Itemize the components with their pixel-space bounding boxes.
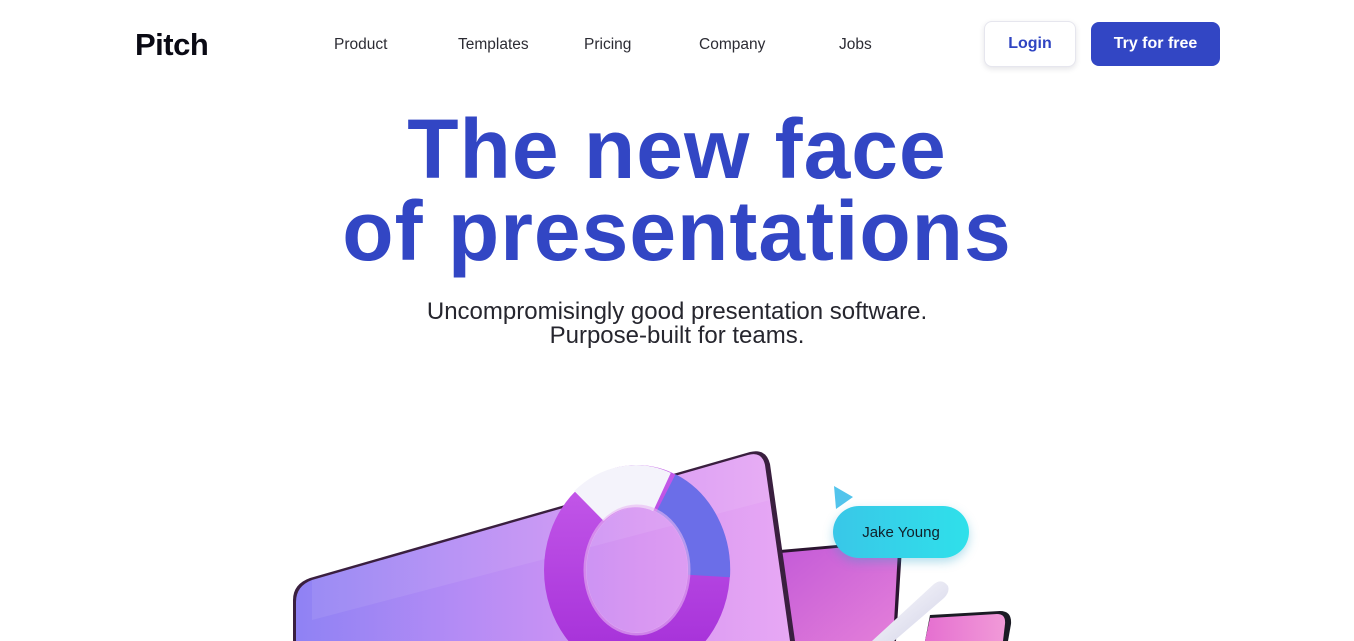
nav-product[interactable]: Product — [334, 35, 387, 55]
hero-subtitle: Uncompromisingly good presentation softw… — [0, 300, 1354, 348]
hero-subtitle-line-2: Purpose-built for teams. — [549, 322, 805, 349]
stick-shape — [872, 581, 949, 641]
hero-title-line-2: of presentations — [342, 184, 1012, 278]
page: Pitch Product Templates Pricing Company … — [0, 0, 1354, 641]
hero-title: The new face of presentations — [0, 102, 1354, 278]
nav-pricing[interactable]: Pricing — [584, 35, 631, 55]
donut-chart-shape — [544, 465, 731, 641]
nav-jobs[interactable]: Jobs — [839, 35, 872, 55]
try-for-free-button[interactable]: Try for free — [1091, 22, 1220, 66]
logo[interactable]: Pitch — [135, 27, 209, 63]
nav-company[interactable]: Company — [699, 35, 765, 55]
cursor-arrow-shape — [834, 486, 853, 509]
collaborator-cursor-label: Jake Young — [833, 506, 969, 558]
hero-subtitle-line-1: Uncompromisingly good presentation softw… — [426, 298, 928, 325]
hero-title-line-1: The new face — [407, 102, 947, 196]
main-slide-shape — [293, 451, 795, 641]
pink-slide-shape — [925, 611, 1012, 641]
nav-templates[interactable]: Templates — [458, 35, 529, 55]
login-button[interactable]: Login — [984, 21, 1076, 67]
